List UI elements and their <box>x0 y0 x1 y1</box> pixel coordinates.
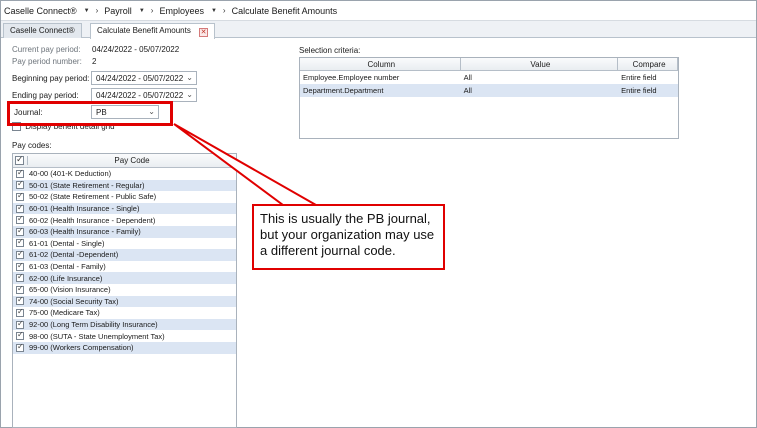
callout-text: This is usually the PB journal, but your… <box>260 211 435 258</box>
callout-note: This is usually the PB journal, but your… <box>252 204 445 270</box>
